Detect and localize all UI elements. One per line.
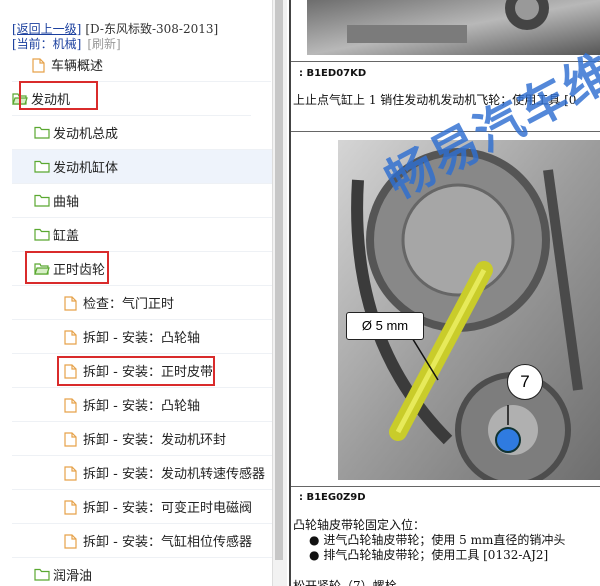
- folder-icon: [34, 568, 50, 581]
- file-icon: [32, 58, 47, 73]
- tree-item[interactable]: 检查：气门正时: [12, 286, 272, 320]
- file-icon: [64, 432, 79, 447]
- file-icon: [64, 398, 79, 413]
- bullet-item: ● 排气凸轮轴皮带轮；使用工具 [0132-AJ2]: [309, 546, 548, 563]
- tree-sidebar: [返回上一级] [D-东风标致-308-2013] [当前：机械] [刷新] 车辆概…: [0, 0, 272, 586]
- file-icon: [64, 500, 79, 515]
- highlight-box: [57, 356, 215, 386]
- folder-icon: [34, 194, 50, 207]
- tree-item[interactable]: 缸盖: [12, 218, 272, 252]
- tree-item[interactable]: 车辆概述: [12, 48, 271, 82]
- callout-number: 7: [507, 364, 543, 400]
- document-panel: : B1ED07KD 上止点气缸上 1 销住发动机发动机飞轮；使用工具 [0 Ø…: [289, 0, 600, 586]
- figure-caption: : B1ED07KD: [299, 68, 367, 79]
- file-icon: [64, 296, 79, 311]
- bullet-dot: ●: [309, 533, 320, 547]
- file-icon: [64, 534, 79, 549]
- folder-icon: [34, 126, 50, 139]
- tree-item-label: 检查：气门正时: [83, 297, 175, 312]
- path-label: [D-东风标致-308-2013]: [85, 22, 219, 36]
- figure-caption: : B1EG0Z9D: [299, 492, 366, 503]
- highlight-box: [25, 251, 109, 284]
- scrollbar-thumb[interactable]: [275, 0, 283, 560]
- tree-item-label: 发动机总成: [53, 127, 119, 142]
- tree-item[interactable]: 拆卸 - 安装：凸轮轴: [12, 388, 272, 422]
- tree-item-label: 车辆概述: [51, 59, 104, 74]
- timing-belt-photo: [338, 140, 600, 480]
- tree-item-label: 发动机缸体: [53, 161, 119, 176]
- bullet-dot: ●: [309, 548, 320, 562]
- file-icon: [64, 466, 79, 481]
- tree-item-label: 拆卸 - 安装：气缸相位传感器: [83, 535, 252, 550]
- tree-item[interactable]: 拆卸 - 安装：可变正时电磁阀: [12, 490, 272, 524]
- instruction-text: 松开紧轮（7）螺栓: [293, 579, 397, 586]
- tree-item[interactable]: 润滑油: [12, 558, 272, 586]
- tree-item-label: 拆卸 - 安装：可变正时电磁阀: [83, 501, 252, 516]
- pin-diameter-label: Ø 5 mm: [346, 312, 424, 340]
- engine-photo-top: [307, 0, 600, 55]
- tree-item-label: 拆卸 - 安装：凸轮轴: [83, 399, 200, 414]
- tree-item-label: 润滑油: [53, 569, 93, 584]
- tree-item[interactable]: 拆卸 - 安装：发动机环封: [12, 422, 272, 456]
- file-icon: [64, 330, 79, 345]
- tree-item[interactable]: 拆卸 - 安装：凸轮轴: [12, 320, 272, 354]
- tree-item[interactable]: 拆卸 - 安装：发动机转速传感器: [12, 456, 272, 490]
- tree-item-label: 拆卸 - 安装：发动机转速传感器: [83, 467, 265, 482]
- bullet-text: 进气凸轮轴皮带轮；使用 5 mm直径的销冲头: [323, 533, 566, 547]
- folder-icon: [34, 228, 50, 241]
- tree-item[interactable]: 发动机总成: [12, 116, 272, 150]
- highlight-box: [19, 81, 98, 110]
- folder-icon: [34, 160, 50, 173]
- tree-item-label: 曲轴: [53, 195, 80, 210]
- tree-item-label: 缸盖: [53, 229, 80, 244]
- divider: [291, 486, 600, 487]
- tree-item[interactable]: 拆卸 - 安装：气缸相位传感器: [12, 524, 272, 558]
- tree-item-label: 拆卸 - 安装：凸轮轴: [83, 331, 200, 346]
- tree-item[interactable]: 发动机缸体: [12, 150, 272, 184]
- bullet-text: 排气凸轮轴皮带轮；使用工具 [0132-AJ2]: [323, 548, 549, 562]
- tree-item-label: 拆卸 - 安装：发动机环封: [83, 433, 226, 448]
- tree-item[interactable]: 曲轴: [12, 184, 272, 218]
- back-link[interactable]: [返回上一级]: [12, 22, 81, 36]
